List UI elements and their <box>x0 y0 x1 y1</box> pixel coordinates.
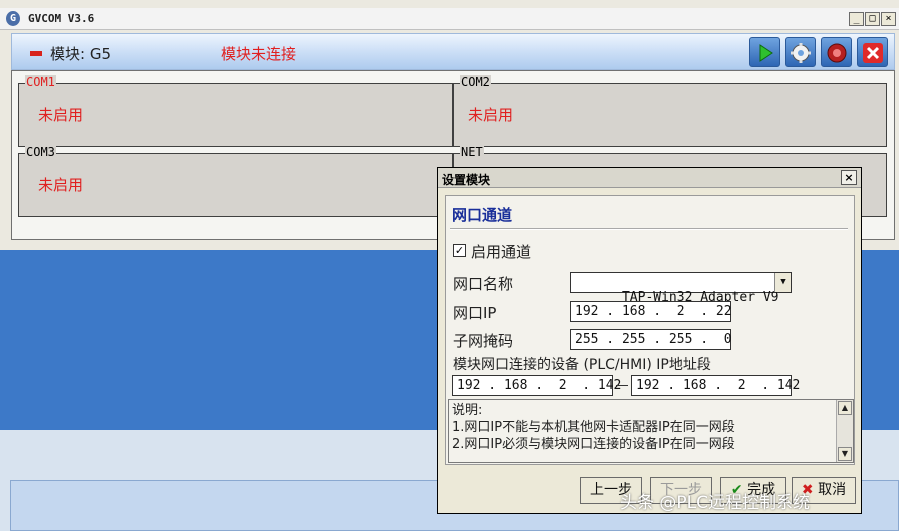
gear-icon <box>791 43 811 63</box>
close-icon <box>863 43 883 63</box>
module-status-indicator <box>30 51 42 56</box>
run-button[interactable] <box>749 37 780 67</box>
chevron-down-icon[interactable]: ▼ <box>774 273 791 292</box>
port-name: COM1 <box>25 75 56 89</box>
port-name: COM2 <box>460 75 491 89</box>
ip-label: 网口IP <box>453 304 497 322</box>
notes-scrollbar[interactable]: ▲ ▼ <box>836 400 853 462</box>
subnet-mask-label: 子网掩码 <box>453 332 514 350</box>
ip-input[interactable]: 192 . 168 . 2 . 22 <box>570 301 732 322</box>
ip-range-start-input[interactable]: 192 . 168 . 2 . 142 <box>452 375 621 396</box>
port-panel-com3[interactable]: COM3 未启用 <box>18 145 453 217</box>
adapter-label: 网口名称 <box>453 275 514 293</box>
port-name: COM3 <box>25 145 56 159</box>
port-panel-com1[interactable]: COM1 未启用 <box>18 75 453 147</box>
record-icon <box>827 43 847 63</box>
subnet-mask-input[interactable]: 255 . 255 . 255 . 0 <box>570 329 732 350</box>
range-dash <box>616 385 628 386</box>
note-line: 2.网口IP必须与模块网口连接的设备IP在同一网段 <box>452 437 735 452</box>
settings-button[interactable] <box>785 37 816 67</box>
module-label: 模块: G5 <box>50 45 111 63</box>
enable-channel-checkbox[interactable]: ✓ <box>453 244 466 257</box>
port-panel-com2[interactable]: COM2 未启用 <box>453 75 887 147</box>
notes-box: 说明: 1.网口IP不能与本机其他网卡适配器IP在同一网段 2.网口IP必须与模… <box>448 399 854 463</box>
dialog-content: 网口通道 ✓ 启用通道 网口名称 TAP-Win32 Adapter V9 ▼ … <box>445 195 855 465</box>
header-bar: 模块: G5 模块未连接 <box>11 33 895 70</box>
ip-range-end-input[interactable]: 192 . 168 . 2 . 142 <box>631 375 800 396</box>
port-name: NET <box>460 145 484 159</box>
module-connection-status: 模块未连接 <box>221 45 297 63</box>
record-button[interactable] <box>821 37 852 67</box>
window-close-button[interactable]: × <box>881 12 896 26</box>
play-icon <box>759 44 773 62</box>
adapter-select[interactable]: TAP-Win32 Adapter V9 ▼ <box>570 272 792 305</box>
watermark: 头条 @PLC远程控制系统 <box>620 493 810 513</box>
scroll-down-icon[interactable]: ▼ <box>838 447 852 461</box>
ip-range-label: 模块网口连接的设备 (PLC/HMI) IP地址段 <box>453 357 711 373</box>
cancel-label: 取消 <box>818 482 847 498</box>
port-status: 未启用 <box>468 106 514 124</box>
close-module-button[interactable] <box>857 37 888 67</box>
dialog-title-bar: 设置模块 × <box>438 168 861 188</box>
port-status: 未启用 <box>38 106 84 124</box>
scroll-up-icon[interactable]: ▲ <box>838 401 852 415</box>
note-line: 1.网口IP不能与本机其他网卡适配器IP在同一网段 <box>452 420 735 435</box>
minimize-button[interactable]: _ <box>849 12 864 26</box>
setup-module-dialog: 设置模块 × 网口通道 ✓ 启用通道 网口名称 TAP-Win32 Adapte… <box>437 167 862 514</box>
app-icon: G <box>6 11 20 26</box>
notes-title: 说明: <box>452 403 483 418</box>
section-title: 网口通道 <box>452 206 513 224</box>
main-title-bar: G GVCOM V3.6 _ □ × <box>0 8 899 30</box>
maximize-button[interactable]: □ <box>865 12 880 26</box>
dialog-close-button[interactable]: × <box>841 170 857 185</box>
port-status: 未启用 <box>38 176 84 194</box>
dialog-title: 设置模块 <box>442 173 491 187</box>
enable-channel-label: 启用通道 <box>471 243 532 261</box>
section-divider <box>450 228 848 230</box>
window-title: GVCOM V3.6 <box>28 12 95 25</box>
